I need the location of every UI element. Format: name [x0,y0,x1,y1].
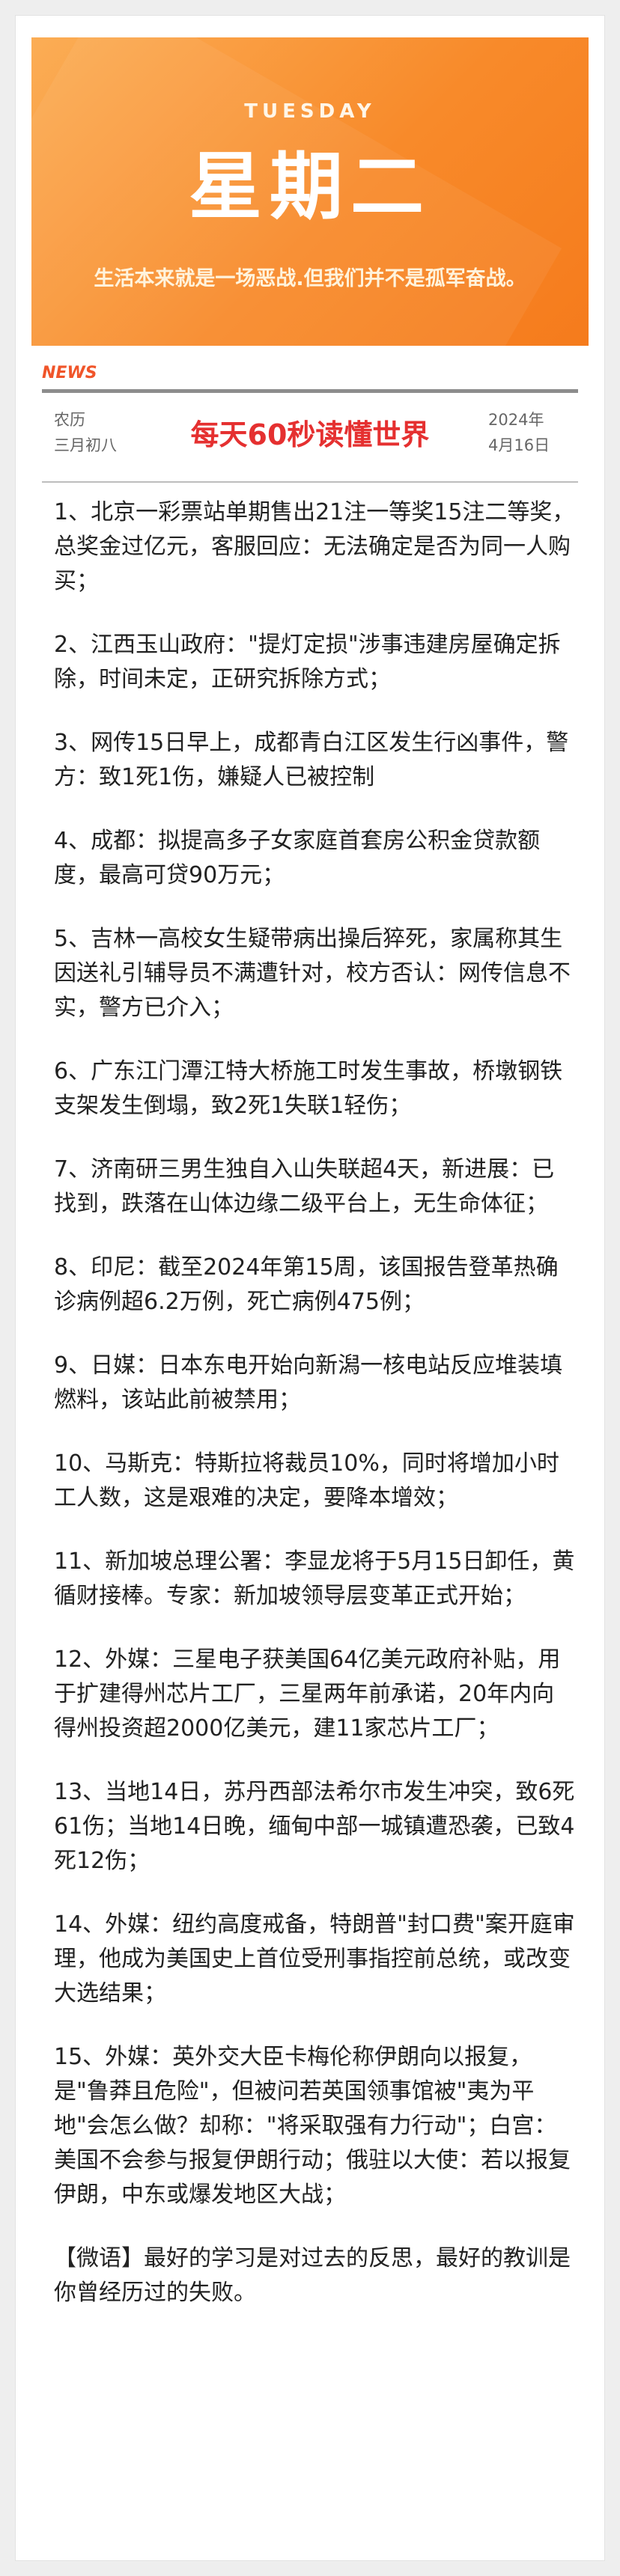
news-item: 4、成都：拟提高多子女家庭首套房公积金贷款额度，最高可贷90万元； [54,828,541,888]
news-item: 3、网传15日早上，成都青白江区发生行凶事件，警方：致1死1伤，嫌疑人已被控制 [54,730,569,790]
news-item: 7、济南研三男生独自入山失联超4天，新进展：已找到，跌落在山体边缘二级平台上，无… [54,1156,555,1217]
news-item: 12、外媒：三星电子获美国64亿美元政府补贴，用于扩建得州芯片工厂，三星两年前承… [54,1646,561,1742]
news-item: 10、马斯克：特斯拉将裁员10%，同时将增加小时工人数，这是艰难的决定，要降本增… [54,1450,559,1511]
header-divider-top [42,389,578,393]
banner-motto: 生活本来就是一场恶战.但我们并不是孤军奋战。 [94,267,526,290]
closing-quote: 【微语】最好的学习是对过去的反思，最好的教训是你曾经历过的失败。 [54,2245,571,2306]
date-day: 4月16日 [488,436,550,454]
news-item: 5、吉林一高校女生疑带病出操后猝死，家属称其生因送礼引辅导员不满遭针对，校方否认… [54,926,571,1021]
header-divider-bottom [42,481,578,483]
news-item: 13、当地14日，苏丹西部法希尔市发生冲突，致6死61伤；当地14日晚，缅甸中部… [54,1779,575,1874]
news-item: 6、广东江门潭江特大桥施工时发生事故，桥墩钢铁支架发生倒塌，致2死1失联1轻伤； [54,1058,563,1119]
news-item: 9、日媒：日本东电开始向新潟一核电站反应堆装填燃料，该站此前被禁用； [54,1352,563,1413]
date-year: 2024年 [488,411,544,429]
weekday-english: TUESDAY [244,100,376,123]
news-item: 2、江西玉山政府："提灯定损"涉事违建房屋确定拆除，时间未定，正研究拆除方式； [54,632,561,692]
news-tag: NEWS [42,364,97,382]
news-item: 1、北京一彩票站单期售出21注一等奖15注二等奖，总奖金过亿元，客服回应：无法确… [54,499,575,594]
gregorian-date-block: 2024年 4月16日 [488,407,550,458]
news-item: 8、印尼：截至2024年第15周，该国报告登革热确诊病例超6.2万例，死亡病例4… [54,1254,559,1315]
news-item: 11、新加坡总理公署：李显龙将于5月15日卸任，黄循财接棒。专家：新加坡领导层变… [54,1548,575,1609]
weekday-title: 星期二 [188,144,431,230]
news-item: 15、外媒：英外交大臣卡梅伦称伊朗向以报复，是"鲁莽且危险"，但被问若英国领事馆… [54,2044,571,2208]
news-item: 14、外媒：纽约高度戒备，特朗普"封口费"案开庭审理，他成为美国史上首位受刑事指… [54,1911,575,2006]
header-banner: TUESDAY 星期二 生活本来就是一场恶战.但我们并不是孤军奋战。 [31,37,589,346]
news-list: 1、北京一彩票站单期售出21注一等奖15注二等奖，总奖金过亿元，客服回应：无法确… [54,495,575,2310]
